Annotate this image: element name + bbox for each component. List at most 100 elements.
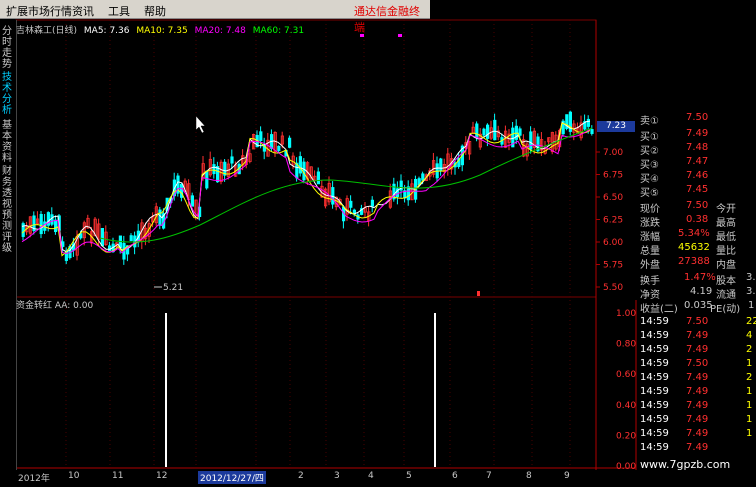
tick-row: 14:59 7.49: [640, 442, 709, 453]
side-tabs: 分时走势 技术分析 基本资料 财务透视 预测评级: [0, 20, 17, 470]
menu-item-extended-market[interactable]: 扩展市场行情: [6, 3, 72, 19]
tick-row: 14:59 7.49 2: [640, 344, 753, 355]
candle-body: [39, 213, 43, 235]
sub-tick-label: 0.20: [616, 431, 636, 441]
candle-body: [129, 235, 133, 242]
price-tick-label: 6.25: [603, 216, 623, 226]
candle-body: [108, 245, 112, 252]
candle-body: [586, 118, 591, 127]
sub-tick-label: 1.00: [616, 309, 636, 319]
date-label: 8: [526, 471, 532, 481]
sub-tick-label: 0.60: [616, 370, 636, 380]
ma60-label: MA60: 7.31: [252, 26, 305, 36]
tab-ratings[interactable]: 预测评级: [2, 210, 14, 254]
menu-bar: 扩展市场行情 资讯 工具 帮助 通达信金融终端: [0, 0, 430, 34]
tab-financials[interactable]: 财务透视: [2, 166, 14, 210]
candle-body: [277, 145, 281, 151]
candle-body: [259, 131, 263, 141]
stat-row: 涨跌 0.38 最高: [640, 214, 736, 229]
stat-row: 换手 1.47% 股本 3.: [640, 272, 756, 287]
quote-panel: 卖① 7.50 买① 7.49 买② 7.48 买③ 7.47 买④ 7.46 买⑤ 7.4…: [638, 112, 756, 487]
mouse-cursor-icon: [195, 115, 206, 134]
order-row: 卖① 7.50: [640, 112, 709, 127]
current-price-box: 7.23: [597, 121, 635, 132]
app-brand: 通达信金融终端: [354, 5, 420, 34]
candle-body: [100, 228, 104, 247]
candle-body: [518, 128, 522, 136]
sub-tick-label: 0.80: [616, 340, 636, 350]
candle-body: [190, 195, 194, 207]
main-chart-frame: [15, 19, 597, 298]
ma20-label: MA20: 7.48: [194, 26, 246, 36]
order-row: 买④ 7.46: [640, 170, 709, 185]
menu-item-tools[interactable]: 工具: [108, 3, 130, 19]
order-row: 买⑤ 7.45: [640, 184, 709, 199]
stat-row: 现价 7.50 今开: [640, 200, 736, 215]
price-tick-label: 6.00: [603, 238, 623, 248]
order-row: 买① 7.49: [640, 128, 709, 143]
tick-row: 14:59 7.49 1: [640, 400, 753, 411]
date-label: 5: [406, 471, 412, 481]
date-label: 2012年: [18, 474, 50, 484]
candle-body: [212, 164, 216, 175]
price-tick-label: 5.50: [603, 283, 623, 293]
order-row: 买③ 7.47: [640, 156, 709, 171]
tab-intraday[interactable]: 分时走势: [2, 26, 14, 70]
date-label: 11: [112, 471, 124, 481]
main-legend: 吉林森工(日线) MA5: 7.36 MA10: 7.35 MA20: 7.48…: [16, 23, 308, 36]
candle-body: [370, 199, 375, 207]
price-tick-label: 6.75: [603, 171, 623, 181]
candle-body: [205, 170, 209, 189]
price-tick-label: 7.00: [603, 148, 623, 158]
date-label: 9: [564, 471, 570, 481]
stat-row: 总量 45632 量比: [640, 242, 736, 257]
tick-row: 14:59 7.49 1: [640, 414, 753, 425]
menu-item-news[interactable]: 资讯: [72, 3, 94, 19]
watermark: www.7gpzb.com: [640, 458, 731, 471]
date-label: 7: [486, 471, 492, 481]
stock-name: 吉林森工(日线): [16, 26, 78, 36]
tab-technical[interactable]: 技术分析: [2, 72, 14, 116]
tick-row: 14:59 7.50 22: [640, 316, 756, 327]
stat-row: 涨幅 5.34% 最低: [640, 228, 736, 243]
date-label: 2: [298, 471, 304, 481]
candle-body: [158, 209, 162, 226]
candle-body: [493, 119, 497, 141]
sub-tick-label: 0.40: [616, 401, 636, 411]
low-marker-label: 5.21: [163, 283, 183, 293]
sub-tick-label: 0.00: [616, 462, 636, 472]
menu-item-help[interactable]: 帮助: [144, 3, 166, 19]
candle-body: [54, 219, 58, 233]
candle-body: [439, 158, 443, 172]
stat-row: 外盘 27388 内盘: [640, 256, 736, 271]
candle-body: [287, 137, 292, 148]
stat-row: 净资 4.19 流通 3.: [640, 286, 756, 301]
candle-body: [50, 214, 54, 225]
date-label: 12: [156, 471, 168, 481]
ma10-label: MA10: 7.35: [136, 26, 188, 36]
candle-body: [421, 173, 425, 181]
candle-body: [529, 131, 533, 150]
candle-body: [298, 156, 303, 174]
tab-fundamentals[interactable]: 基本资料: [2, 120, 14, 164]
signal-marker: [477, 291, 480, 296]
stat-row: 收益(二) 0.035 PE(动) 1: [640, 300, 755, 315]
candle-body: [230, 156, 234, 164]
candle-body: [475, 123, 479, 139]
date-label: 3: [334, 471, 340, 481]
candle-body: [482, 128, 486, 136]
date-label: 6: [452, 471, 458, 481]
tick-row: 14:59 7.49 1: [640, 386, 753, 397]
price-tick-label: 5.75: [603, 261, 623, 271]
indicator-frame: [15, 296, 597, 469]
ma5-label: MA5: 7.36: [83, 26, 130, 36]
tick-row: 14:59 7.49 1: [640, 428, 753, 439]
date-label: 10: [68, 471, 80, 481]
order-row: 买② 7.48: [640, 142, 709, 157]
price-tick-label: 6.50: [603, 193, 623, 203]
tick-row: 14:59 7.50 1: [640, 358, 753, 369]
tick-row: 14:59 7.49 4: [640, 330, 753, 341]
indicator-legend: 资金转红 AA: 0.00: [16, 301, 94, 311]
tick-row: 14:59 7.49 2: [640, 372, 753, 383]
selected-date: 2012/12/27/四: [198, 471, 266, 484]
